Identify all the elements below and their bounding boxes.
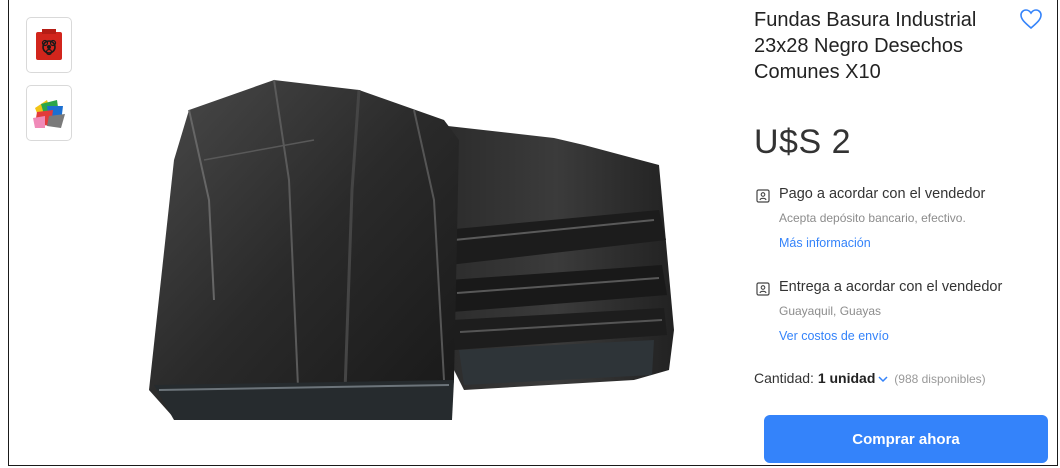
main-product-image[interactable] <box>114 50 714 440</box>
id-card-icon <box>756 282 770 296</box>
payment-more-info-link[interactable]: Más información <box>779 236 871 250</box>
biohazard-bag-thumbnail <box>36 29 62 60</box>
product-title: Fundas Basura Industrial 23x28 Negro Des… <box>754 9 977 83</box>
chevron-down-icon[interactable] <box>878 376 888 383</box>
delivery-subtitle: Guayaquil, Guayas <box>779 304 882 318</box>
heart-outline-icon <box>1020 9 1042 30</box>
shipping-costs-link[interactable]: Ver costos de envío <box>779 329 889 343</box>
buy-now-button[interactable]: Comprar ahora <box>764 415 1048 463</box>
black-trash-bags-image <box>149 79 674 421</box>
product-info-panel: Fundas Basura Industrial 23x28 Negro Des… <box>754 0 1054 465</box>
favorite-button[interactable] <box>1019 8 1045 32</box>
payment-subtitle: Acepta depósito bancario, efectivo. <box>779 211 966 225</box>
id-card-icon <box>756 189 770 203</box>
thumbnail-colored-bags[interactable] <box>26 85 72 141</box>
delivery-title: Entrega a acordar con el vendedor <box>779 279 1003 295</box>
quantity-label: Cantidad: <box>754 370 814 386</box>
quantity-selector: Cantidad: 1 unidad (988 disponibles) <box>754 370 986 386</box>
thumbnail-biohazard-bag[interactable] <box>26 17 72 73</box>
product-price: U$S 2 <box>754 123 851 161</box>
quantity-value[interactable]: 1 unidad <box>818 370 876 386</box>
thumbnail-list <box>26 17 72 153</box>
colored-bags-thumbnail <box>33 100 65 128</box>
quantity-available: (988 disponibles) <box>894 372 986 386</box>
product-page: Fundas Basura Industrial 23x28 Negro Des… <box>8 0 1058 466</box>
payment-title: Pago a acordar con el vendedor <box>779 186 986 202</box>
